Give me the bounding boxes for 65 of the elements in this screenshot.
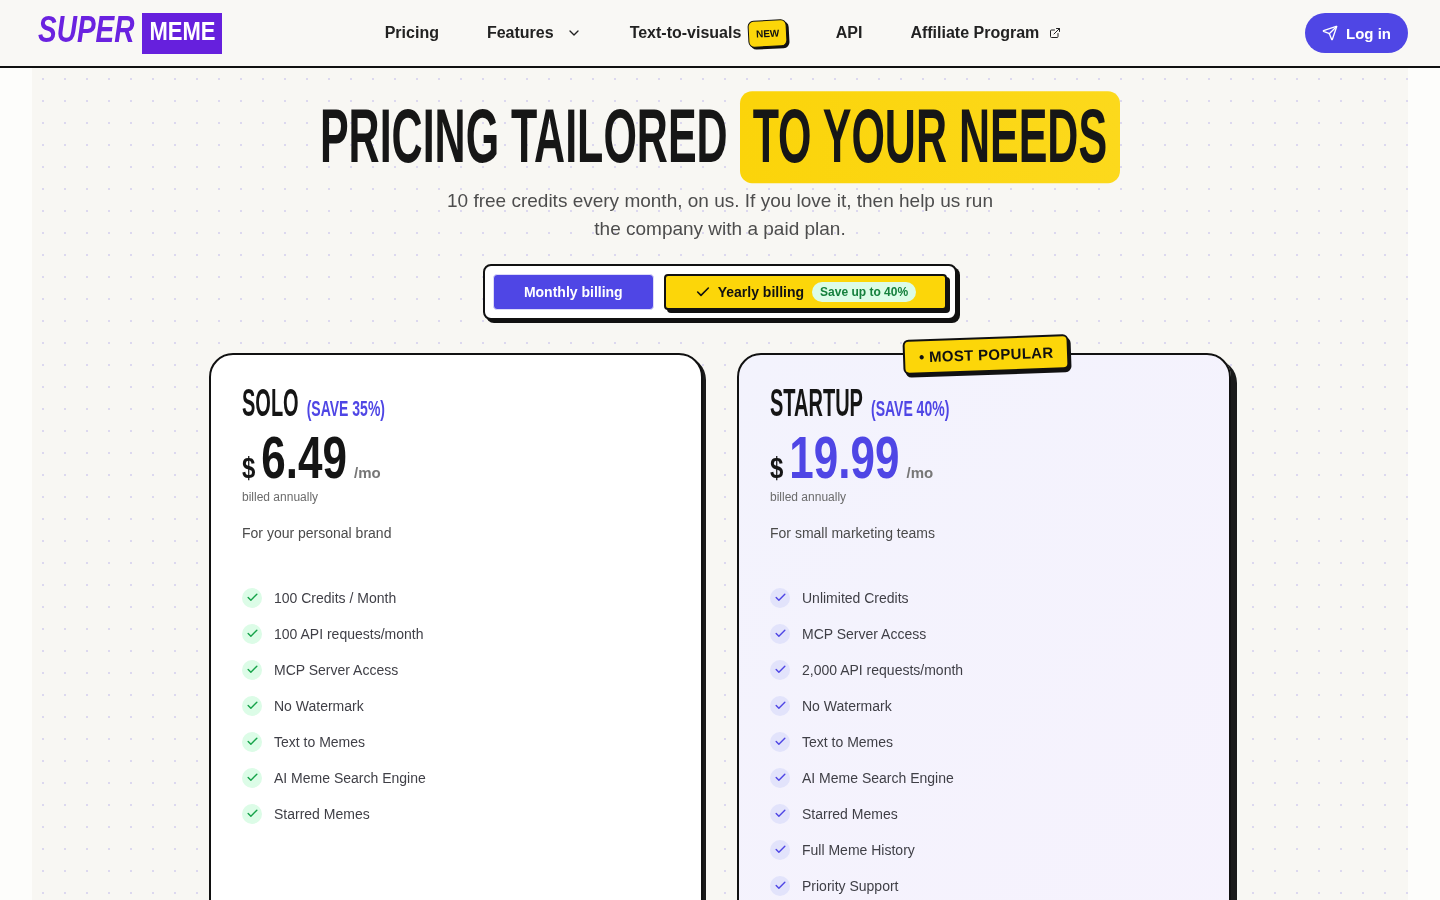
price-period: /mo <box>906 463 934 481</box>
plan-name: SOLO <box>242 383 299 422</box>
price-currency: $ <box>242 453 256 483</box>
plan-description: For small marketing teams <box>770 523 936 543</box>
check-icon <box>770 587 790 608</box>
check-icon <box>242 767 262 788</box>
popular-badge: • MOST POPULAR <box>902 333 1071 375</box>
feature-text: MCP Server Access <box>274 660 399 680</box>
check-icon <box>770 875 790 896</box>
title-highlight: TO YOUR NEEDS <box>739 91 1121 183</box>
save-tag: Save up to 40% <box>812 281 917 302</box>
feature-text: 100 Credits / Month <box>274 588 397 608</box>
paper-plane-icon <box>1322 25 1338 41</box>
logo-highlight: MEME <box>142 12 223 54</box>
check-icon <box>242 731 262 752</box>
feature-text: Text to Memes <box>802 732 894 752</box>
feature-text: No Watermark <box>802 696 892 716</box>
feature-text: MCP Server Access <box>802 624 927 644</box>
logo[interactable]: SUPER MEME <box>38 12 223 54</box>
feature-text: Starred Memes <box>802 804 898 824</box>
nav-link[interactable]: Features <box>486 24 582 42</box>
feature-text: AI Meme Search Engine <box>274 768 426 788</box>
plan-saving: (SAVE 35%) <box>306 397 385 419</box>
feature-text: Unlimited Credits <box>802 588 909 608</box>
feature-text: AI Meme Search Engine <box>802 768 954 788</box>
price-period: /mo <box>354 463 381 481</box>
feature-text: Full Meme History <box>802 840 915 860</box>
check-icon <box>242 659 262 680</box>
billing-option[interactable]: Yearly billing Save up to 40% <box>663 273 948 310</box>
billing-option[interactable]: Monthly billing <box>492 273 654 310</box>
check-icon <box>770 695 790 716</box>
plan-saving: (SAVE 40%) <box>870 397 950 419</box>
check-icon <box>770 623 790 644</box>
nav-link[interactable]: Text-to-visuals <box>629 24 742 42</box>
feature-text: Starred Memes <box>274 804 370 824</box>
check-icon <box>242 623 262 644</box>
check-icon <box>770 659 790 680</box>
plan-description: For your personal brand <box>242 523 393 543</box>
check-icon <box>242 587 262 608</box>
logo-text: SUPER <box>38 11 135 49</box>
check-icon <box>770 731 790 752</box>
nav-link[interactable]: Pricing <box>384 24 439 42</box>
feature-text: Priority Support <box>802 876 899 896</box>
new-badge: NEW <box>747 18 789 48</box>
check-icon <box>770 767 790 788</box>
price-currency: $ <box>770 453 784 483</box>
nav-link[interactable]: Affiliate Program <box>910 24 1062 42</box>
check-icon <box>770 839 790 860</box>
feature-text: 100 API requests/month <box>274 624 424 644</box>
price-amount: 6.49 <box>261 427 347 487</box>
check-icon <box>242 695 262 716</box>
feature-text: No Watermark <box>274 696 364 716</box>
billing-note: billed annually <box>770 488 848 505</box>
plan-name: STARTUP <box>770 383 863 422</box>
feature-text: 2,000 API requests/month <box>802 660 964 680</box>
check-icon <box>770 803 790 824</box>
check-icon <box>242 803 262 824</box>
page-subtitle: 10 free credits every month, on us. If you love it, then help us run the company with a paid plan. <box>446 188 994 241</box>
page-title: PRICING TAILORED <box>319 91 728 180</box>
billing-note: billed annually <box>242 488 320 505</box>
price-amount: 19.99 <box>789 427 900 487</box>
nav-link[interactable]: API <box>835 24 863 42</box>
login-button[interactable]: Log in <box>1305 13 1408 53</box>
external-link-icon <box>1049 27 1062 39</box>
feature-text: Text to Memes <box>274 732 366 752</box>
